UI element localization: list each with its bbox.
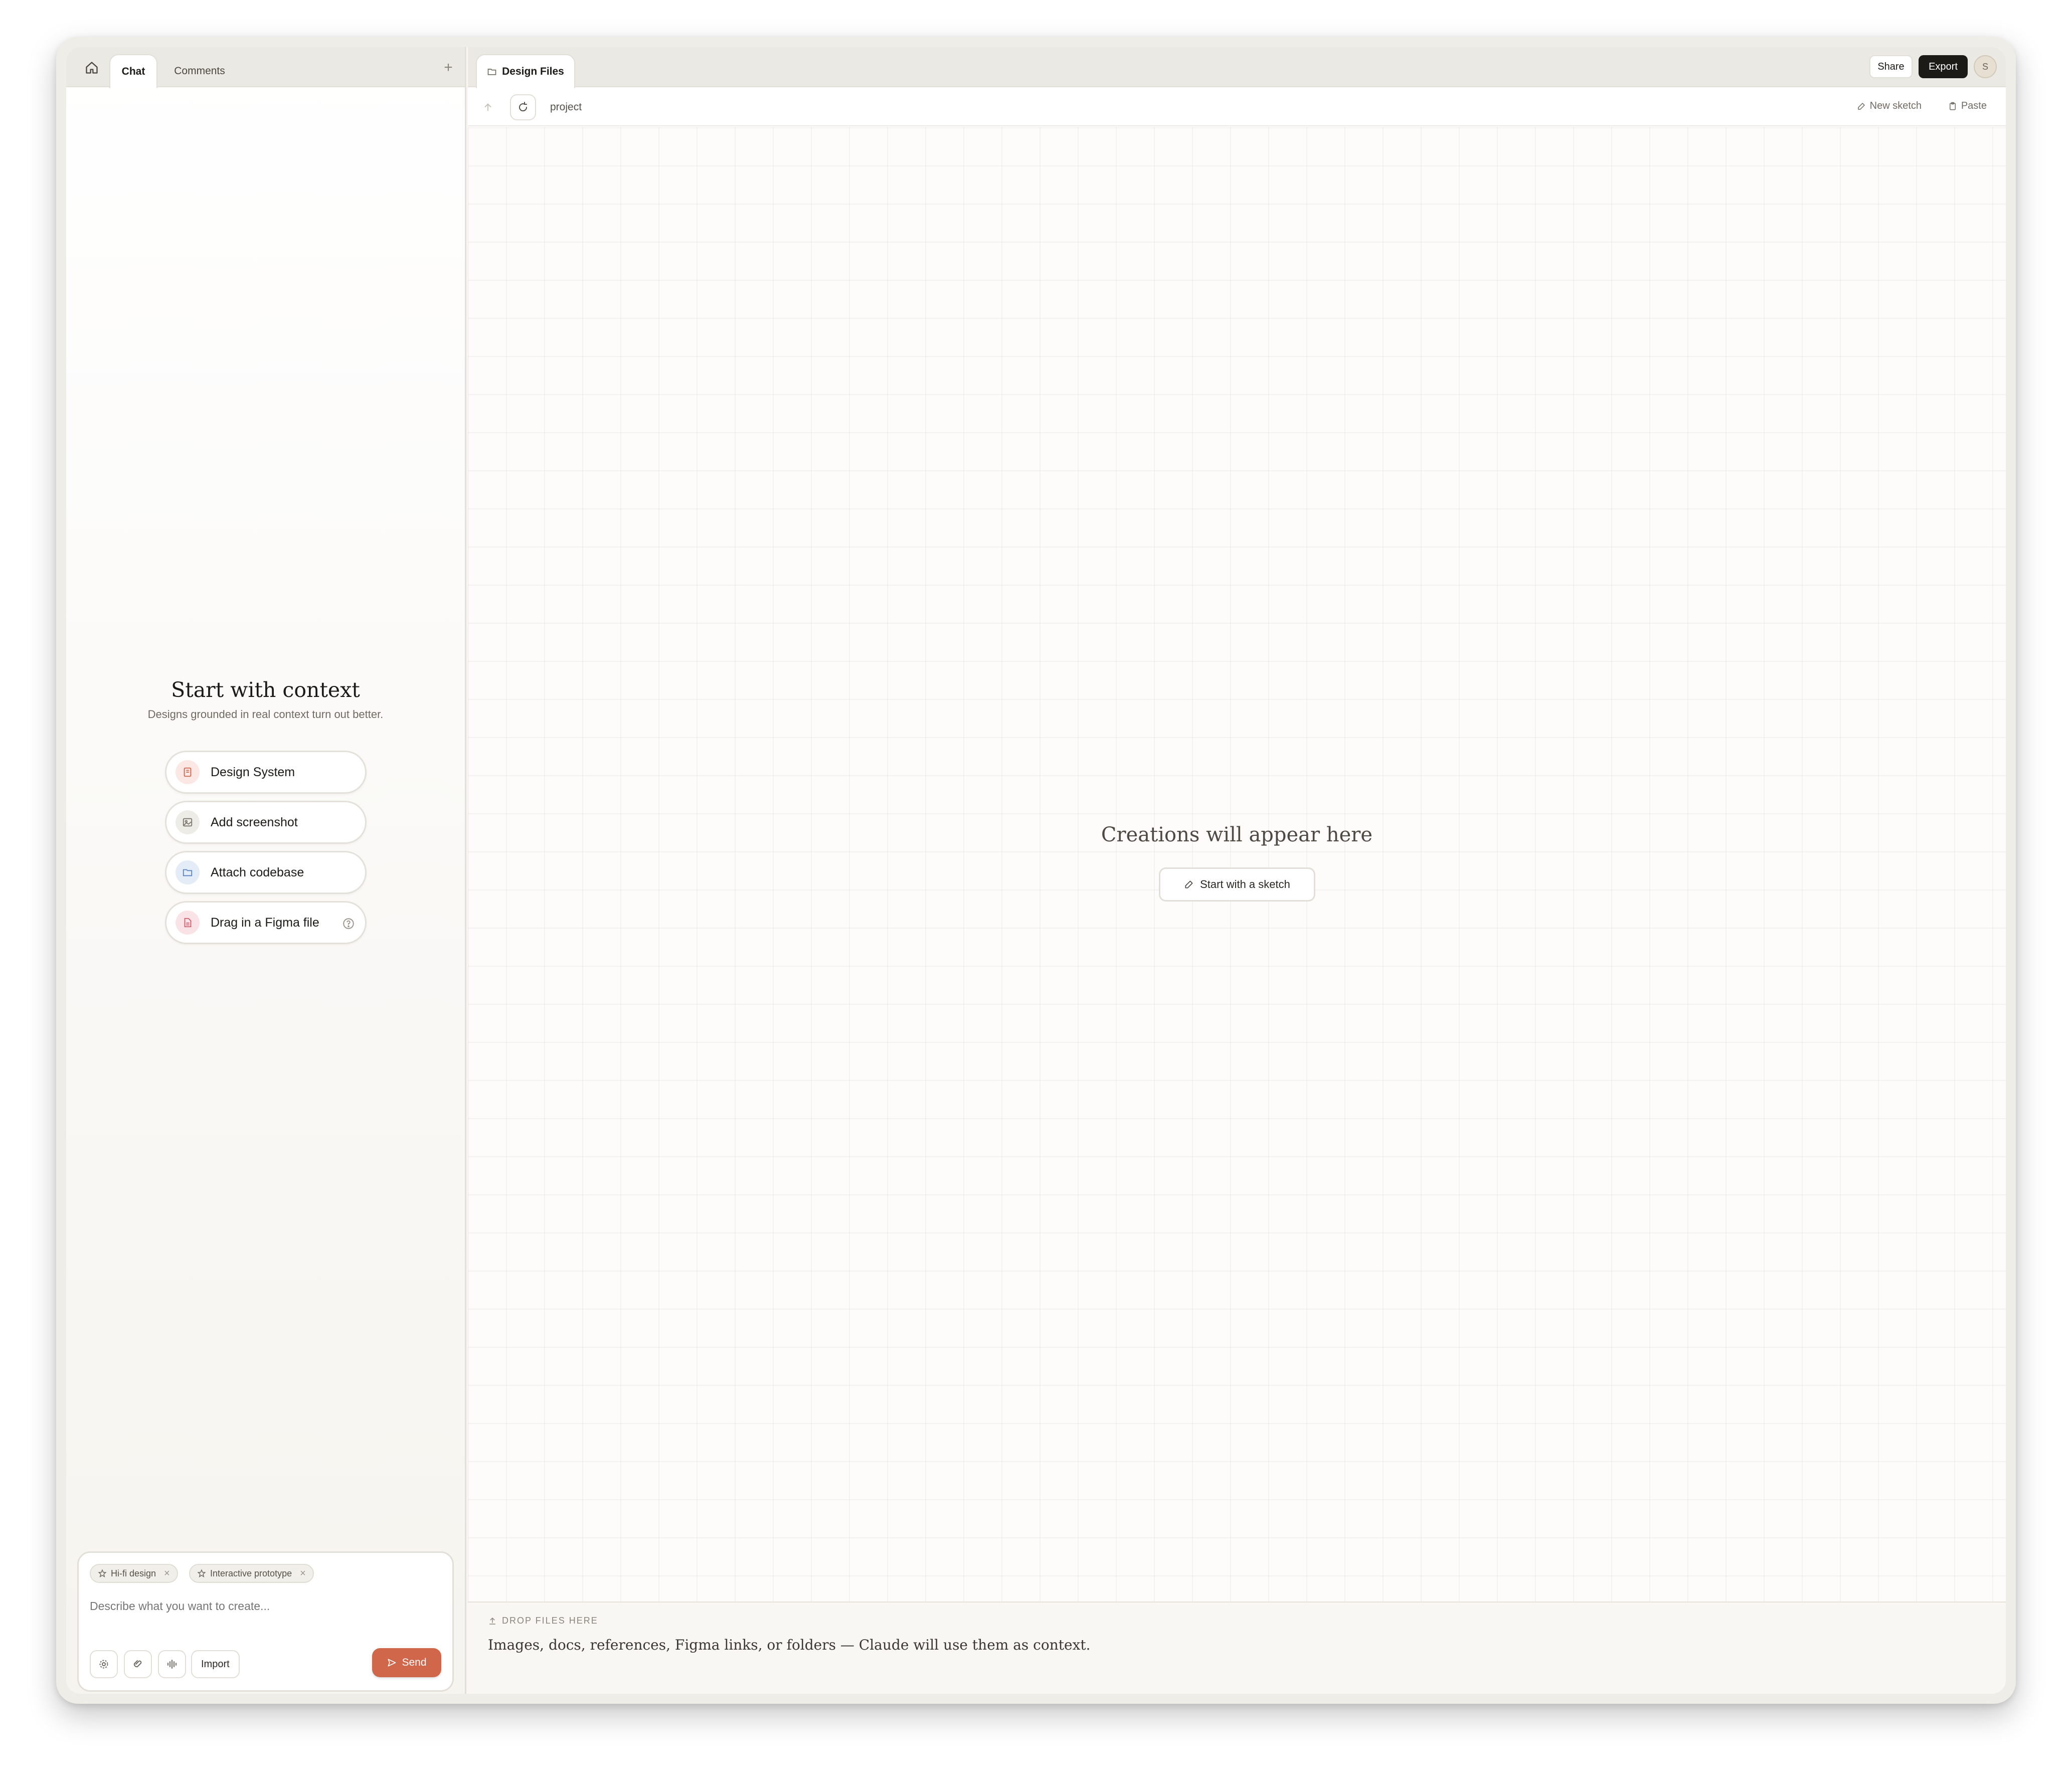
arrow-up-icon (484, 103, 491, 111)
remove-chip-icon[interactable]: × (164, 1568, 170, 1579)
files-tabbar: Design Files Share Export S (468, 47, 2006, 88)
chat-panel: Chat Comments + Start with context Desig… (66, 47, 466, 1694)
gear-icon (99, 1660, 108, 1669)
clipboard-icon (1949, 102, 1956, 110)
voice-button[interactable] (158, 1650, 186, 1678)
remove-chip-icon[interactable]: × (300, 1568, 306, 1579)
chip-label: Hi-fi design (111, 1568, 156, 1578)
star-icon (197, 1569, 206, 1577)
plus-icon: + (444, 59, 453, 76)
settings-button[interactable] (90, 1650, 118, 1678)
chat-tabbar: Chat Comments + (66, 47, 465, 88)
home-button[interactable] (80, 56, 103, 79)
send-button[interactable]: Send (372, 1648, 441, 1677)
share-button[interactable]: Share (1869, 55, 1913, 78)
file-dropzone[interactable]: DROP FILES HERE Images, docs, references… (468, 1602, 2006, 1694)
refresh-icon (519, 102, 528, 112)
design-system-button[interactable]: Design System (165, 751, 367, 794)
help-icon[interactable] (342, 917, 355, 933)
go-up-button[interactable] (478, 97, 498, 117)
empty-state-title: Creations will appear here (1101, 823, 1373, 846)
new-sketch-button[interactable]: New sketch (1857, 100, 1922, 112)
home-icon (86, 62, 98, 74)
refresh-button[interactable] (510, 94, 536, 120)
design-system-label: Design System (211, 765, 295, 779)
book-icon (176, 760, 200, 784)
composer: Hi-fi design × Interactive prototype × D… (77, 1551, 454, 1692)
paste-button[interactable]: Paste (1948, 100, 1987, 112)
breadcrumb[interactable]: project (550, 101, 582, 113)
start-sketch-label: Start with a sketch (1200, 878, 1290, 891)
tab-comments[interactable]: Comments (159, 54, 240, 88)
dropzone-heading-label: DROP FILES HERE (502, 1616, 598, 1626)
add-screenshot-button[interactable]: Add screenshot (165, 801, 367, 844)
image-icon (176, 810, 200, 834)
tab-chat[interactable]: Chat (109, 54, 157, 88)
send-label: Send (402, 1657, 427, 1668)
context-title: Start with context (171, 678, 360, 702)
new-tab-button[interactable]: + (437, 56, 460, 79)
dropzone-text: Images, docs, references, Figma links, o… (488, 1637, 1091, 1653)
add-screenshot-label: Add screenshot (211, 815, 298, 829)
design-files-panel: Design Files Share Export S project New … (468, 47, 2006, 1694)
attach-codebase-button[interactable]: Attach codebase (165, 851, 367, 894)
chip-label: Interactive prototype (210, 1568, 292, 1578)
send-icon (388, 1659, 396, 1667)
tab-label: Design Files (502, 66, 564, 77)
star-icon (98, 1569, 107, 1577)
upload-icon (489, 1617, 495, 1625)
folder-icon (176, 860, 200, 884)
app-content: Chat Comments + Start with context Desig… (66, 47, 2006, 1694)
tab-design-files[interactable]: Design Files (476, 54, 575, 88)
pencil-icon (1185, 880, 1193, 888)
paperclip-icon (133, 1660, 142, 1668)
figma-file-button[interactable]: Drag in a Figma file (165, 901, 367, 944)
app-window: Chat Comments + Start with context Desig… (56, 37, 2016, 1704)
prompt-input[interactable] (90, 1596, 441, 1616)
chip-interactive-prototype[interactable]: Interactive prototype × (189, 1564, 314, 1583)
paste-label: Paste (1961, 100, 1987, 111)
context-subtitle: Designs grounded in real context turn ou… (147, 708, 384, 721)
file-icon (176, 911, 200, 935)
figma-file-label: Drag in a Figma file (211, 915, 319, 930)
pencil-icon (1857, 102, 1865, 110)
new-sketch-label: New sketch (1869, 100, 1922, 111)
waveform-icon (167, 1660, 177, 1669)
import-button[interactable]: Import (191, 1650, 240, 1678)
import-label: Import (201, 1658, 230, 1670)
files-toolbar: project New sketch Paste (468, 88, 2006, 126)
folder-icon (487, 69, 496, 75)
start-sketch-button[interactable]: Start with a sketch (1159, 867, 1315, 902)
attach-button[interactable] (124, 1650, 152, 1678)
design-canvas[interactable]: Creations will appear here Start with a … (468, 127, 2006, 1602)
attach-codebase-label: Attach codebase (211, 865, 304, 879)
dropzone-heading: DROP FILES HERE (488, 1616, 598, 1626)
export-button[interactable]: Export (1919, 55, 1968, 78)
chip-hifi-design[interactable]: Hi-fi design × (90, 1564, 178, 1583)
avatar[interactable]: S (1974, 55, 1997, 78)
